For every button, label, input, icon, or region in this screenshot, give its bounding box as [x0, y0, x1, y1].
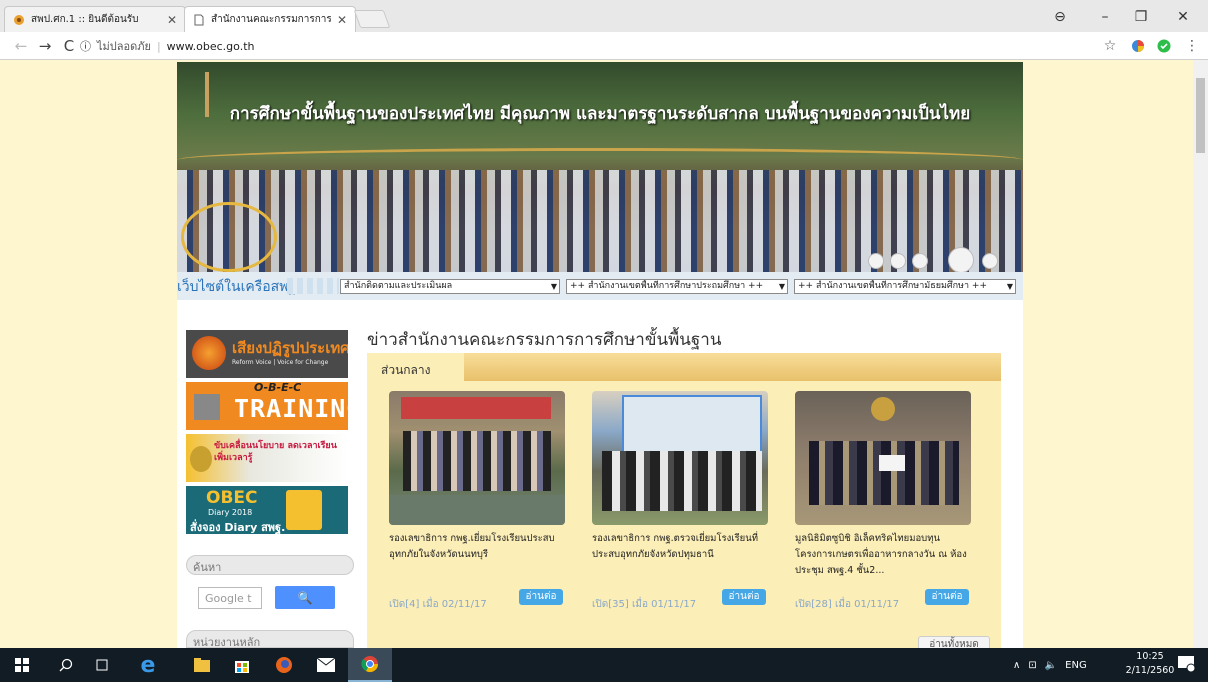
- firefox-icon[interactable]: [262, 648, 306, 682]
- edge-browser-icon[interactable]: e: [126, 648, 170, 682]
- restore-button[interactable]: ❐: [1124, 4, 1158, 30]
- forward-arrow-icon[interactable]: →: [34, 35, 56, 57]
- new-tab-button[interactable]: [353, 10, 391, 28]
- network-icon[interactable]: ⊡: [1028, 660, 1036, 671]
- notification-icon[interactable]: [1178, 656, 1198, 674]
- read-all-button[interactable]: อ่านทั้งหมด: [918, 636, 990, 648]
- read-more-button[interactable]: อ่านต่อ: [722, 589, 766, 605]
- browser-tab-1[interactable]: สพป.ศก.1 :: ยินดีต้อนรับ ✕: [4, 6, 186, 32]
- obec-diary-banner[interactable]: OBEC Diary 2018 สั่งจอง Diary สพฐ.: [186, 486, 348, 534]
- main-content: เสียงปฏิรูปประเทศ Reform Voice | Voice f…: [177, 300, 1023, 648]
- minimize-button[interactable]: –: [1088, 4, 1122, 30]
- slider-dot-active[interactable]: [948, 247, 974, 272]
- url-text: www.obec.go.th: [166, 39, 255, 53]
- news-card: รองเลขาธิการ กพฐ.เยี่ยมโรงเรียนประสบอุทก…: [389, 391, 565, 610]
- read-more-button[interactable]: อ่านต่อ: [925, 589, 969, 605]
- header-banner: การศึกษาขั้นพื้นฐานของประเทศไทย มีคุณภาพ…: [177, 62, 1023, 272]
- browser-tab-strip: สพป.ศก.1 :: ยินดีต้อนรับ ✕ สำนักงานคณะกร…: [0, 0, 1208, 32]
- system-tray: ∧ ⊡ 🔈 ENG: [1013, 648, 1087, 682]
- menu-kebab-icon[interactable]: ⋮: [1182, 36, 1202, 56]
- divider: |: [156, 39, 161, 53]
- file-explorer-icon[interactable]: [180, 648, 224, 682]
- news-photo[interactable]: [795, 391, 971, 525]
- volume-icon[interactable]: 🔈: [1045, 660, 1057, 671]
- close-icon[interactable]: ✕: [337, 13, 347, 27]
- search-icon: 🔍: [297, 590, 313, 605]
- page-favicon-icon: [193, 14, 205, 26]
- secondary-area-select[interactable]: ++ สำนักงานเขตพื้นที่การศึกษามัธยมศึกษา …: [794, 279, 1016, 294]
- primary-area-select[interactable]: ++ สำนักงานเขตพื้นที่การศึกษาประถมศึกษา …: [566, 279, 788, 294]
- main-units-label: หน่วยงานหลัก: [186, 630, 354, 648]
- browser-toolbar: ← → C ⓘ ไม่ปลอดภัย | www.obec.go.th: [0, 32, 1208, 60]
- news-caption[interactable]: รองเลขาธิการ กพฐ.เยี่ยมโรงเรียนประสบอุทก…: [389, 531, 565, 585]
- network-sites-bar: เว็บไซต์ในเครือสพฐ. สำนักติดตามและประเมิ…: [177, 272, 1023, 300]
- clock[interactable]: 10:25 2/11/2560: [1125, 650, 1175, 678]
- reform-voice-banner[interactable]: เสียงปฏิรูปประเทศ Reform Voice | Voice f…: [186, 330, 348, 378]
- tab-title: สพป.ศก.1 :: ยินดีต้อนรับ: [31, 14, 139, 25]
- page-scrollbar[interactable]: [1193, 60, 1208, 648]
- dropdown-arrow-icon: ▼: [1006, 282, 1013, 291]
- obec-training-banner[interactable]: O-B-E-C TRAINING: [186, 382, 348, 430]
- read-more-button[interactable]: อ่านต่อ: [519, 589, 563, 605]
- news-caption[interactable]: รองเลขาธิการ กพฐ.ตรวจเยี่ยมโรงเรียนที่ปร…: [592, 531, 768, 585]
- chevron-up-icon[interactable]: ∧: [1013, 660, 1020, 671]
- page-viewport: การศึกษาขั้นพื้นฐานของประเทศไทย มีคุณภาพ…: [0, 60, 1193, 648]
- news-photo[interactable]: [592, 391, 768, 525]
- slider-dot-5[interactable]: [982, 253, 998, 269]
- windows-taskbar: e ∧ ⊡ 🔈 ENG 10:25 2/11/2560: [0, 648, 1208, 682]
- news-meta: เปิด[4] เมื่อ 02/11/17: [389, 599, 487, 610]
- news-meta: เปิด[35] เมื่อ 01/11/17: [592, 599, 697, 610]
- news-card: มูลนิธิมิตซูบิชิ อิเล็คทริคไทยมอบทุนโครง…: [795, 391, 971, 610]
- news-caption[interactable]: มูลนิธิมิตซูบิชิ อิเล็คทริคไทยมอบทุนโครง…: [795, 531, 971, 585]
- language-indicator[interactable]: ENG: [1065, 660, 1087, 671]
- chrome-taskbar-icon[interactable]: [348, 648, 392, 682]
- windows-start-icon[interactable]: [0, 648, 44, 682]
- search-button[interactable]: 🔍: [275, 586, 335, 609]
- browser-tab-2[interactable]: สำนักงานคณะกรรมการการศึ ✕: [184, 6, 356, 32]
- mail-icon[interactable]: [304, 648, 348, 682]
- news-tab-bar: ส่วนกลาง: [367, 353, 1001, 381]
- dropdown-arrow-icon: ▼: [778, 282, 785, 291]
- window-close-button[interactable]: ✕: [1166, 4, 1200, 30]
- extension-icon[interactable]: [1128, 36, 1148, 56]
- back-arrow-icon[interactable]: ←: [10, 35, 32, 57]
- ring-decoration: [181, 202, 277, 272]
- time: 10:25: [1136, 651, 1164, 662]
- security-label: ไม่ปลอดภัย: [97, 40, 151, 53]
- dropdown-arrow-icon: ▼: [550, 282, 557, 291]
- school-favicon-icon: [13, 14, 25, 26]
- news-section-title: ข่าวสำนักงานคณะกรรมการการศึกษาขั้นพื้นฐา…: [367, 330, 722, 350]
- news-card: รองเลขาธิการ กพฐ.ตรวจเยี่ยมโรงเรียนที่ปร…: [592, 391, 768, 610]
- task-view-icon[interactable]: [80, 648, 124, 682]
- news-photo[interactable]: [389, 391, 565, 525]
- reload-icon[interactable]: C: [58, 35, 80, 57]
- news-box: ส่วนกลาง รองเลขาธิการ กพฐ.เยี่ยมโรงเรียน…: [367, 353, 1001, 648]
- address-bar[interactable]: ⓘ ไม่ปลอดภัย | www.obec.go.th: [80, 35, 1144, 57]
- tab-central[interactable]: ส่วนกลาง: [367, 353, 464, 381]
- google-search-input[interactable]: Google t: [198, 587, 262, 609]
- network-sites-label: เว็บไซต์ในเครือสพฐ.: [177, 279, 301, 295]
- banner-tagline: การศึกษาขั้นพื้นฐานของประเทศไทย มีคุณภาพ…: [229, 104, 971, 124]
- gold-swoosh-decoration: [177, 148, 1023, 172]
- scrollbar-thumb[interactable]: [1196, 78, 1205, 153]
- bookmark-star-icon[interactable]: ☆: [1100, 36, 1120, 56]
- close-icon[interactable]: ✕: [167, 13, 177, 27]
- slider-dot-3[interactable]: [912, 253, 928, 269]
- check-extension-icon[interactable]: [1154, 36, 1174, 56]
- arrow-decoration: [287, 278, 339, 294]
- profile-icon[interactable]: ⊖: [1043, 4, 1077, 30]
- tab-title: สำนักงานคณะกรรมการการศึ: [211, 14, 331, 25]
- reduce-study-time-banner[interactable]: ขับเคลื่อนนโยบาย ลดเวลาเรียน เพิ่มเวลารู…: [186, 434, 348, 482]
- slider-dot-2[interactable]: [890, 253, 906, 269]
- search-section-label: ค้นหา: [186, 555, 354, 575]
- slider-dot-1[interactable]: [868, 253, 884, 269]
- info-icon[interactable]: ⓘ: [80, 38, 91, 54]
- store-icon[interactable]: [220, 648, 264, 682]
- news-meta: เปิด[28] เมื่อ 01/11/17: [795, 599, 900, 610]
- bureau-select[interactable]: สำนักติดตามและประเมินผล ▼: [340, 279, 560, 294]
- date: 2/11/2560: [1125, 665, 1175, 676]
